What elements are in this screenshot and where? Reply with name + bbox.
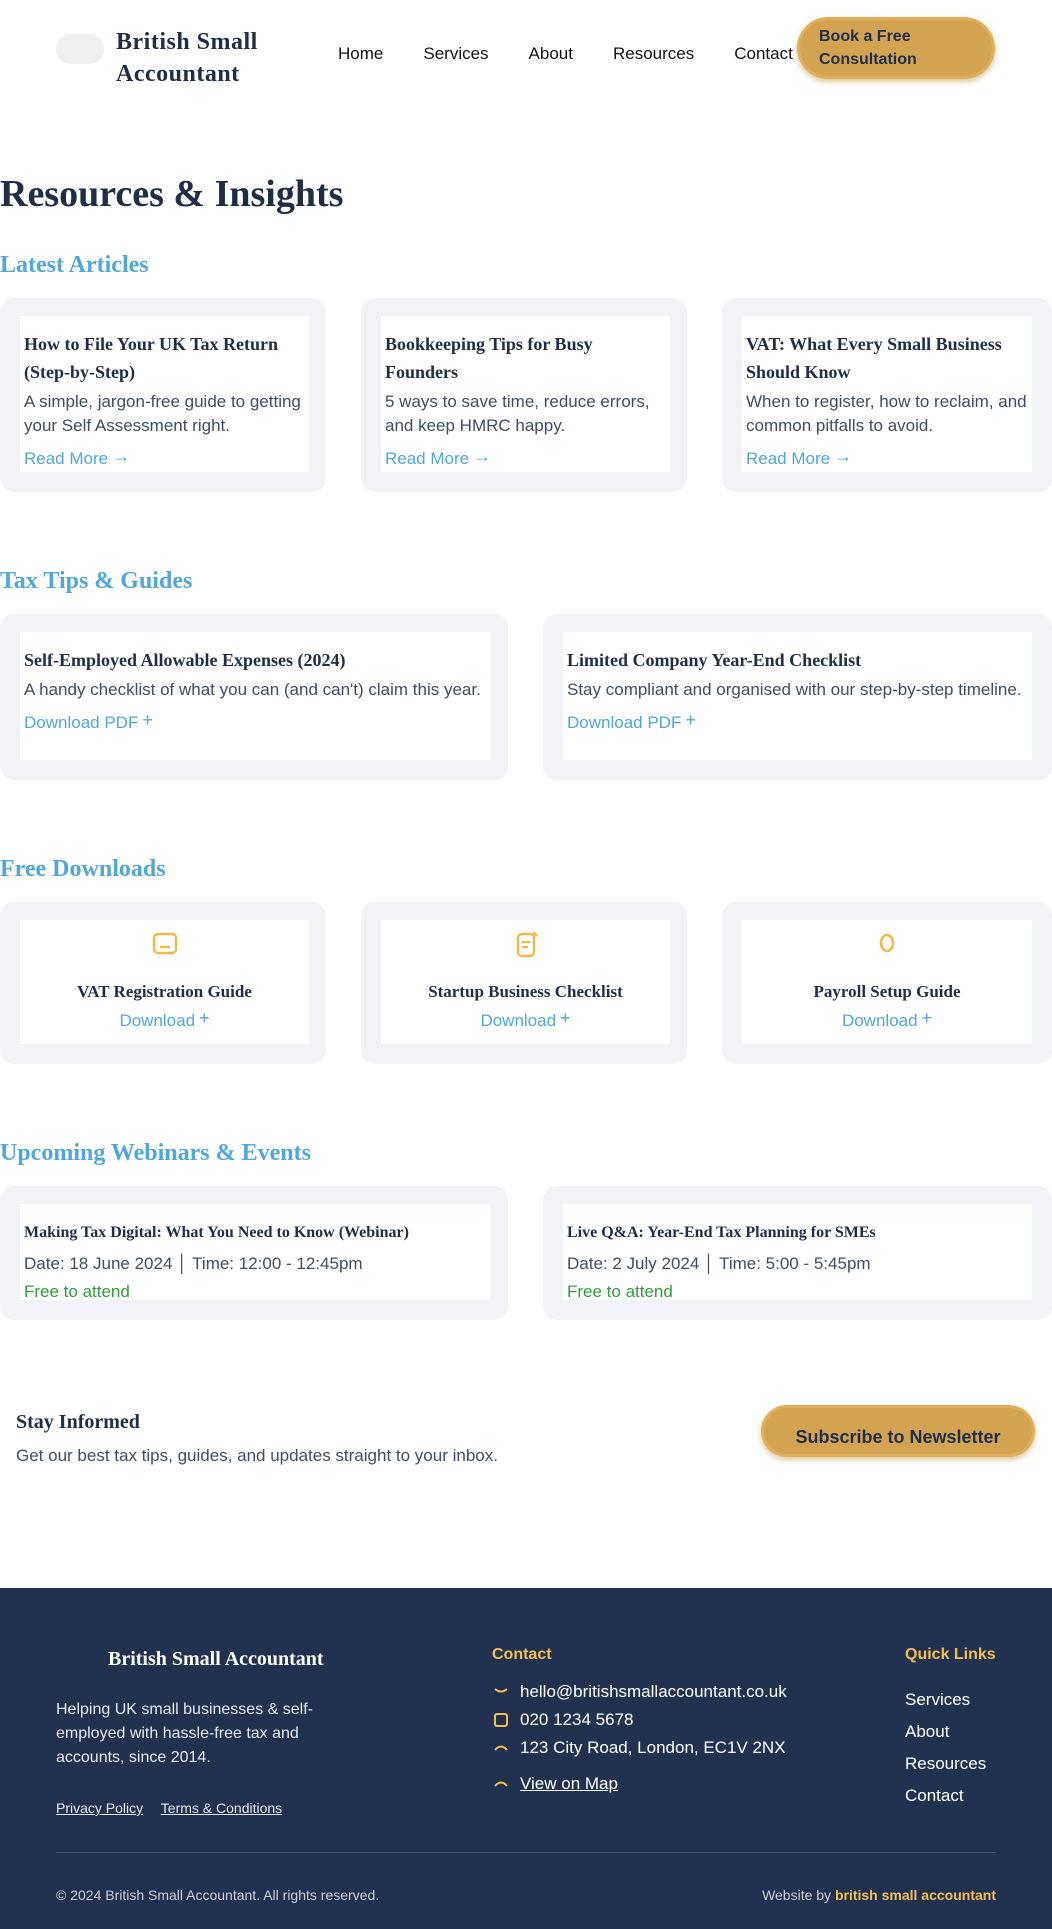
download-link[interactable]: Download + [842,1008,932,1031]
footer-link-resources[interactable]: Resources [905,1748,986,1780]
footer-phone[interactable]: 020 1234 5678 [492,1710,633,1730]
page-title: Resources & Insights [0,173,344,215]
event-price-note: Free to attend [24,1282,130,1301]
footer-link-services[interactable]: Services [905,1684,986,1716]
guide-desc: Stay compliant and organised with our st… [567,680,1022,699]
footer-link-about[interactable]: About [905,1716,986,1748]
nav-about[interactable]: About [529,44,573,64]
download-link[interactable]: Download + [119,1008,209,1031]
plus-icon: + [560,1008,571,1028]
read-more-link[interactable]: Read More → [746,446,852,469]
plus-icon: + [199,1008,210,1028]
read-more-link[interactable]: Read More → [24,446,130,469]
download-link[interactable]: Download + [480,1008,570,1031]
brand-name[interactable]: British Small Accountant [116,26,296,90]
site-footer: British Small Accountant Helping UK smal… [0,1588,1052,1929]
footer-quick-links: Services About Resources Contact [905,1684,986,1812]
read-more-link[interactable]: Read More → [385,446,491,469]
page: British Small Accountant Home Services A… [0,0,1052,1929]
event-card: Live Q&A: Year-End Tax Planning for SMEs… [563,1204,1032,1301]
subscribe-newsletter-button[interactable]: Subscribe to Newsletter [761,1405,1035,1457]
arrow-right-icon: → [112,446,131,466]
guide-desc: A handy checklist of what you can (and c… [24,680,481,699]
book-consultation-button[interactable]: Book a Free Consultation [797,17,995,79]
footer-link-contact[interactable]: Contact [905,1780,986,1812]
article-title[interactable]: Bookkeeping Tips for Busy Founders [385,330,666,386]
terms-link[interactable]: Terms & Conditions [161,1800,282,1816]
article-card: How to File Your UK Tax Return (Step-by-… [20,316,309,472]
credit-link[interactable]: british small accountant [835,1887,996,1903]
article-title[interactable]: VAT: What Every Small Business Should Kn… [746,330,1028,386]
guide-title[interactable]: Self-Employed Allowable Expenses (2024) [24,646,486,674]
footer-legal: Privacy Policy Terms & Conditions [56,1800,296,1816]
phone-icon [492,1711,510,1729]
arrow-right-icon: → [473,446,492,466]
footer-email[interactable]: hello@britishsmallaccountant.co.uk [492,1682,787,1702]
section-title-articles: Latest Articles [0,252,149,278]
article-card: VAT: What Every Small Business Should Kn… [742,316,1032,472]
nav-contact[interactable]: Contact [734,44,793,64]
guide-card: Self-Employed Allowable Expenses (2024) … [20,632,490,760]
email-icon [492,1683,510,1701]
section-title-events: Upcoming Webinars & Events [0,1140,311,1166]
plus-icon: + [685,710,696,730]
footer-address: 123 City Road, London, EC1V 2NX [492,1738,786,1758]
download-title: Payroll Setup Guide [813,982,961,1001]
plus-icon: + [142,710,153,730]
article-title[interactable]: How to File Your UK Tax Return (Step-by-… [24,330,305,386]
article-desc: 5 ways to save time, reduce errors, and … [385,392,650,435]
footer-links-heading: Quick Links [905,1646,996,1663]
footer-about: Helping UK small businesses & self-emplo… [56,1701,313,1766]
event-datetime: Date: 18 June 2024 │ Time: 12:00 - 12:45… [24,1254,363,1273]
download-card: Payroll Setup Guide Download + [742,920,1032,1044]
event-title[interactable]: Live Q&A: Year-End Tax Planning for SMEs [567,1218,1028,1248]
event-price-note: Free to attend [567,1282,673,1301]
nav-home[interactable]: Home [338,44,383,64]
article-card: Bookkeeping Tips for Busy Founders 5 way… [381,316,670,472]
site-header: British Small Accountant Home Services A… [0,0,1052,112]
footer-contact-heading: Contact [492,1646,552,1663]
arrow-right-icon: → [834,446,853,466]
footer-divider [56,1852,996,1853]
privacy-policy-link[interactable]: Privacy Policy [56,1800,143,1816]
nav-services[interactable]: Services [423,44,488,64]
main-nav: Home Services About Resources Contact [338,44,833,64]
download-card: VAT Registration Guide Download + [20,920,309,1044]
location-icon [492,1739,510,1757]
download-title: Startup Business Checklist [428,982,623,1001]
map-icon [492,1775,510,1793]
document-icon [152,932,177,955]
guide-card: Limited Company Year-End Checklist Stay … [563,632,1032,760]
newsletter-text: Get our best tax tips, guides, and updat… [16,1446,498,1465]
payroll-icon [879,933,895,953]
download-card: Startup Business Checklist Download + [381,920,670,1044]
plus-icon: + [921,1008,933,1028]
nav-resources[interactable]: Resources [613,44,694,64]
checklist-icon [516,931,538,958]
event-datetime: Date: 2 July 2024 │ Time: 5:00 - 5:45pm [567,1254,871,1273]
newsletter-title: Stay Informed [16,1411,140,1433]
logo-icon[interactable] [56,34,104,64]
website-credit: Website by british small accountant [762,1887,996,1903]
event-card: Making Tax Digital: What You Need to Kno… [20,1204,490,1301]
article-desc: When to register, how to reclaim, and co… [746,392,1027,435]
footer-brand: British Small Accountant [108,1648,324,1670]
download-title: VAT Registration Guide [77,982,252,1001]
guide-title[interactable]: Limited Company Year-End Checklist [567,646,1028,674]
section-title-guides: Tax Tips & Guides [0,568,193,594]
article-desc: A simple, jargon-free guide to getting y… [24,392,301,435]
event-title[interactable]: Making Tax Digital: What You Need to Kno… [24,1218,486,1248]
download-pdf-link[interactable]: Download PDF + [567,710,696,733]
view-on-map-link[interactable]: View on Map [492,1774,618,1794]
download-pdf-link[interactable]: Download PDF + [24,710,153,733]
copyright: © 2024 British Small Accountant. All rig… [56,1887,380,1903]
section-title-downloads: Free Downloads [0,856,166,882]
